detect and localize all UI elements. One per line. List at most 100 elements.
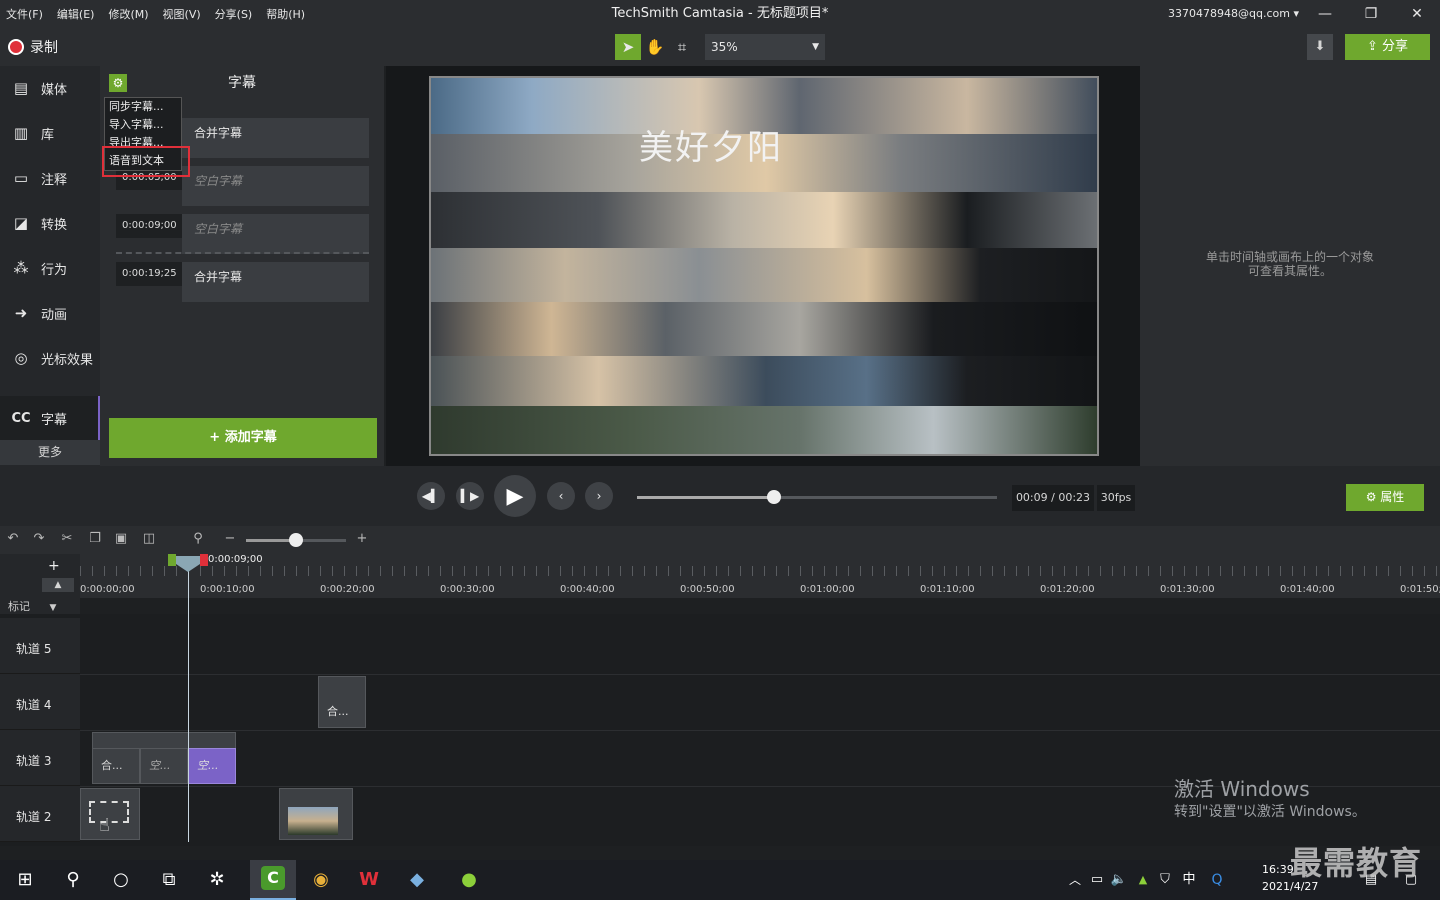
previous-button[interactable]: ‹ (547, 482, 575, 510)
playhead-time: 0:00:09;00 (208, 554, 263, 565)
cursor-effect-icon: ◎ (14, 349, 28, 367)
app-icon-pinwheel[interactable]: ✲ (202, 866, 232, 894)
caption-clip[interactable]: 合... (92, 748, 140, 784)
timeline-zoom-handle[interactable] (289, 533, 303, 547)
app-icon-note[interactable]: ◆ (402, 866, 432, 894)
step-back-button[interactable]: ◀▍ (417, 482, 445, 510)
properties-button[interactable]: ⚙ 属性 (1346, 484, 1424, 511)
caption-clip-selected[interactable]: 空... (188, 748, 236, 784)
next-button[interactable]: › (585, 482, 613, 510)
sidebar-item-transitions[interactable]: ◪ 转换 (0, 201, 100, 245)
caption-clip[interactable]: 空... (140, 748, 188, 784)
step-back-icon: ◀▍ (421, 489, 441, 503)
fps-display: 30fps (1097, 485, 1135, 511)
ruler-label: 0:00:00;00 (80, 584, 135, 595)
sidebar-item-behaviors[interactable]: ⁂ 行为 (0, 246, 100, 290)
account-menu[interactable]: 3370478948@qq.com ▾ (1168, 0, 1299, 28)
restore-button[interactable]: ❐ (1348, 0, 1394, 28)
caption-entry-1[interactable]: 合并字幕 (182, 118, 369, 158)
caption-entry-3[interactable]: 空白字幕 (182, 214, 369, 254)
record-button[interactable]: 录制 (8, 36, 58, 58)
track-label-3[interactable]: 轨道 3 (0, 730, 80, 786)
redo-icon[interactable]: ↷ (30, 531, 48, 549)
zoom-select[interactable]: 35% ▼ (705, 34, 825, 60)
sidebar-item-label: 媒体 (41, 82, 68, 98)
copy-icon[interactable]: ❐ (86, 531, 104, 549)
zoom-in-icon[interactable]: + (353, 531, 371, 549)
sidebar-item-media[interactable]: ▤ 媒体 (0, 66, 100, 110)
track-label-4[interactable]: 轨道 4 (0, 674, 80, 730)
sidebar-item-annotations[interactable]: ▭ 注释 (0, 156, 100, 200)
marker-track-label[interactable]: 标记 ▼ (0, 598, 80, 614)
step-forward-button[interactable]: ▍▶ (456, 482, 484, 510)
clock-time[interactable]: 16:39 (1262, 863, 1294, 876)
behavior-icon: ⁂ (13, 259, 29, 277)
menu-item-sync-captions[interactable]: 同步字幕... (105, 98, 181, 116)
qq-icon[interactable]: Q (1202, 866, 1232, 894)
caption-text: 合并字幕 (194, 126, 243, 140)
collapse-button[interactable]: ▲ (42, 578, 74, 592)
ruler-label: 0:01:40;00 (1280, 584, 1335, 595)
ruler-label: 0:00:20;00 (320, 584, 375, 595)
download-icon: ⬇ (1314, 39, 1326, 54)
timeline-ruler[interactable] (80, 554, 1440, 598)
app-window: 文件(F) 编辑(E) 修改(M) 视图(V) 分享(S) 帮助(H) Tech… (0, 0, 1440, 900)
windows-start-icon[interactable]: ⊞ (10, 866, 40, 894)
close-button[interactable]: ✕ (1394, 0, 1440, 28)
caption-entry-2[interactable]: 空白字幕 (182, 166, 369, 206)
caption-gap-divider (116, 252, 369, 254)
caption-entry-4[interactable]: 合并字幕 (182, 262, 369, 302)
video-preview[interactable]: 美好夕阳 (429, 76, 1099, 456)
ime-indicator[interactable]: 中 (1174, 866, 1204, 894)
video-clip[interactable] (279, 788, 353, 840)
undo-icon[interactable]: ↶ (4, 531, 22, 549)
crop-tool-button[interactable]: ⌗ (669, 34, 695, 60)
minimize-button[interactable]: — (1302, 0, 1348, 28)
sidebar-item-library[interactable]: ▥ 库 (0, 111, 100, 155)
menu-item-import-captions[interactable]: 导入字幕... (105, 116, 181, 134)
app-icon-melon[interactable]: ● (454, 866, 484, 894)
play-button[interactable]: ▶ (494, 475, 536, 517)
track-label-2[interactable]: 轨道 2 (0, 786, 80, 842)
track-label-5[interactable]: 轨道 5 (0, 618, 80, 674)
gear-icon[interactable]: ⚙ (109, 74, 127, 92)
ruler-label: 0:00:40;00 (560, 584, 615, 595)
download-button[interactable]: ⬇ (1307, 34, 1333, 60)
animation-arrow-icon: ➜ (14, 304, 28, 322)
caption-clip[interactable]: 合... (318, 676, 366, 728)
activation-watermark-title: 激活 Windows (1174, 777, 1310, 801)
search-icon[interactable]: ⚲ (58, 866, 88, 894)
taskbar-camtasia-active[interactable]: C (250, 860, 296, 900)
pan-tool-button[interactable]: ✋ (642, 34, 668, 60)
scrub-handle[interactable] (767, 490, 781, 504)
out-point-handle[interactable] (200, 554, 208, 566)
cursor-clip[interactable]: ☝ (80, 788, 140, 840)
chevron-right-icon: › (596, 489, 602, 503)
task-view-icon[interactable]: ⧉ (154, 866, 184, 894)
add-caption-label: 添加字幕 (224, 430, 277, 445)
search-icon[interactable]: ⚲ (189, 531, 207, 549)
cortana-icon[interactable]: ○ (106, 866, 136, 894)
share-button[interactable]: ⇪ 分享 (1345, 34, 1430, 60)
sidebar-item-captions[interactable]: CC 字幕 (0, 396, 100, 440)
in-point-handle[interactable] (168, 554, 176, 566)
zoom-out-icon[interactable]: − (221, 531, 239, 549)
select-tool-button[interactable]: ➤ (615, 34, 641, 60)
video-thumbnail (288, 807, 338, 835)
wps-icon[interactable]: W (354, 866, 384, 894)
cut-icon[interactable]: ✂ (58, 531, 76, 549)
chevron-up-icon: ▲ (54, 580, 62, 590)
sidebar-more-button[interactable]: 更多 (0, 440, 100, 465)
paste-icon[interactable]: ▣ (112, 531, 130, 549)
highlight-box (102, 146, 190, 177)
sidebar-item-cursor-effects[interactable]: ◎ 光标效果 (0, 336, 100, 380)
split-icon[interactable]: ◫ (140, 531, 158, 549)
account-email: 3370478948@qq.com (1168, 7, 1290, 20)
chrome-icon[interactable]: ◉ (306, 866, 336, 894)
timeline-toolbar (0, 526, 1440, 554)
sidebar-item-animations[interactable]: ➜ 动画 (0, 291, 100, 335)
gear-icon: ⚙ (1365, 490, 1377, 504)
add-track-icon[interactable]: + (48, 558, 60, 574)
add-caption-button[interactable]: + 添加字幕 (109, 418, 377, 458)
arrow-pointer-icon: ➤ (621, 38, 635, 56)
